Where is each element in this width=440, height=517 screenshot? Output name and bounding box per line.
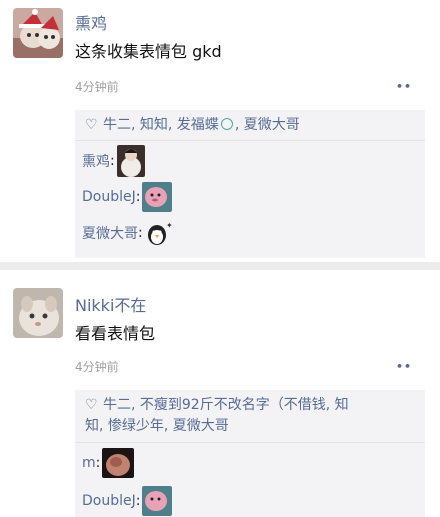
more-options-button[interactable]: ••: [396, 80, 412, 93]
post-text: 这条收集表情包 gkd: [75, 42, 222, 61]
author-name[interactable]: 熏鸡: [75, 10, 107, 34]
comment-colon: :: [95, 455, 101, 471]
divider: [75, 442, 425, 443]
timestamp: 4分钟前: [75, 360, 119, 374]
sticker-image[interactable]: [142, 182, 173, 212]
comment-item[interactable]: DoubleJ:: [82, 486, 173, 516]
likes-row: ♡ 牛二, 知知, 发福蝶 , 夏微大哥: [85, 113, 300, 137]
moment-post: 熏鸡 这条收集表情包 gkd 4分钟前 •• ♡ 牛二, 知知, 发福蝶 , 夏微大…: [0, 0, 440, 262]
comment-item[interactable]: 夏微大哥: ✦: [82, 220, 173, 246]
circle-emoji-icon: [220, 118, 233, 130]
comment-author[interactable]: 熏鸡: [82, 151, 110, 171]
sticker-image[interactable]: [142, 486, 173, 516]
sticker-image[interactable]: [102, 448, 135, 478]
comment-colon: :: [138, 225, 143, 241]
comment-colon: :: [110, 153, 115, 169]
divider: [75, 140, 425, 141]
likes-names-tail[interactable]: , 夏微大哥: [235, 117, 300, 133]
comment-item[interactable]: DoubleJ:: [82, 182, 173, 212]
comment-author[interactable]: DoubleJ: [82, 189, 136, 205]
comment-box: ♡ 牛二, 不瘦到92斤不改名字（不借钱, 知 知, 惨绿少年, 夏微大哥 m: …: [75, 390, 425, 517]
comment-colon: :: [135, 189, 141, 205]
section-divider: [0, 262, 440, 270]
more-options-button[interactable]: ••: [396, 360, 412, 373]
likes-names[interactable]: 牛二, 知知, 发福蝶: [103, 117, 219, 133]
comment-colon: :: [135, 493, 141, 509]
author-name[interactable]: Nikki不在: [75, 292, 146, 316]
post-text: 看看表情包: [75, 324, 156, 343]
comment-author[interactable]: m: [82, 455, 96, 471]
comment-author[interactable]: 夏微大哥: [82, 223, 138, 243]
avatar[interactable]: [13, 288, 63, 338]
likes-names-tail[interactable]: 知, 惨绿少年, 夏微大哥: [85, 418, 229, 434]
timestamp: 4分钟前: [75, 80, 119, 94]
likes-names[interactable]: 牛二, 不瘦到92斤不改名字（不借钱, 知: [103, 397, 349, 413]
avatar[interactable]: [13, 8, 63, 58]
comment-box: ♡ 牛二, 知知, 发福蝶 , 夏微大哥 熏鸡: DoubleJ: 夏微大哥: …: [75, 110, 425, 258]
comment-item[interactable]: m:: [82, 448, 135, 478]
moment-post: Nikki不在 看看表情包 4分钟前 •• ♡ 牛二, 不瘦到92斤不改名字（不借…: [0, 270, 440, 517]
heart-icon: ♡: [85, 117, 98, 133]
sticker-image[interactable]: [116, 145, 145, 177]
comment-author[interactable]: DoubleJ: [82, 493, 136, 509]
svg-text:✦: ✦: [166, 221, 173, 230]
penguin-sticker-icon[interactable]: ✦: [145, 220, 173, 246]
comment-item[interactable]: 熏鸡:: [82, 145, 145, 177]
likes-row-continued: 知, 惨绿少年, 夏微大哥: [85, 414, 229, 438]
